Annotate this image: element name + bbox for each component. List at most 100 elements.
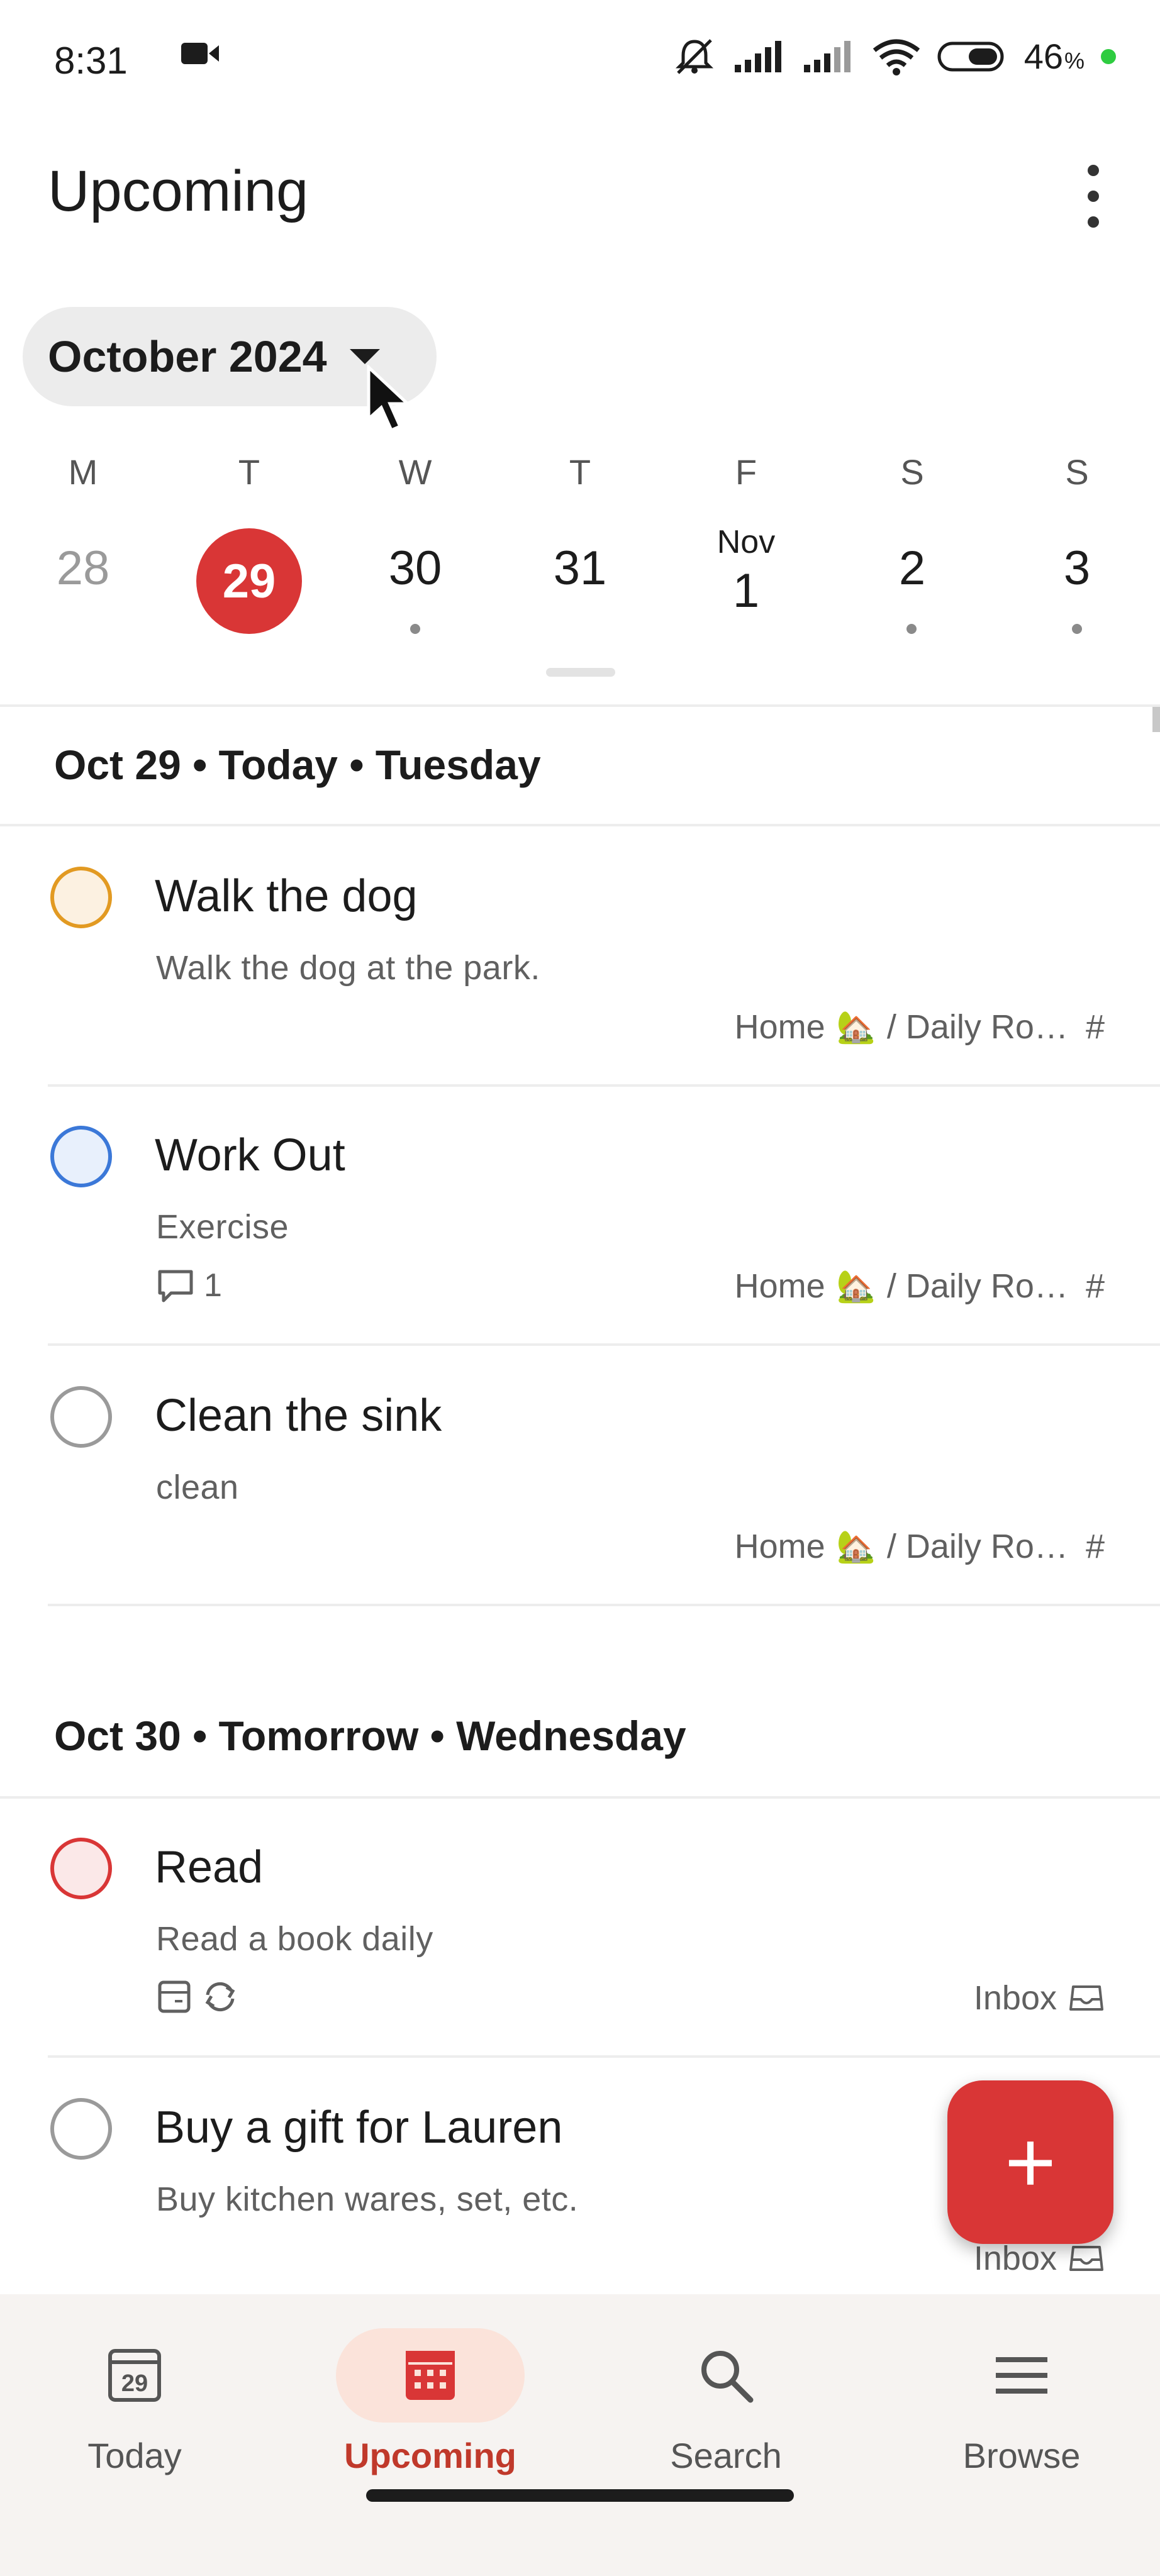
house-icon: 🏡	[836, 1268, 876, 1304]
mute-bell-icon	[675, 38, 713, 74]
caret-down-icon	[349, 349, 380, 364]
project-section: / Daily Ro…	[886, 1008, 1068, 1046]
signal-2-icon	[803, 40, 850, 72]
task-project[interactable]: Inbox	[974, 2239, 1105, 2278]
row-divider	[48, 1343, 1160, 1346]
day-28[interactable]: 28	[30, 541, 137, 596]
task-project[interactable]: Home 🏡 / Daily Ro… #	[735, 1527, 1105, 1566]
drag-handle[interactable]	[546, 668, 615, 677]
project-name: Inbox	[973, 1979, 1057, 2017]
task-checkbox[interactable]	[50, 2098, 112, 2160]
hash-icon: #	[1085, 1528, 1105, 1565]
page-title: Upcoming	[48, 159, 309, 223]
comment-icon	[158, 1270, 193, 1302]
calendar-day-icon: 29	[108, 2349, 161, 2402]
house-icon: 🏡	[836, 1009, 876, 1045]
task-description: Buy kitchen wares, set, etc.	[156, 2180, 579, 2218]
hash-icon: #	[1085, 1008, 1105, 1046]
active-indicator-dot	[1101, 48, 1116, 64]
inbox-icon	[1069, 2246, 1103, 2271]
status-time: 8:31	[54, 40, 128, 82]
battery-level: 46%	[1023, 36, 1085, 76]
task-title[interactable]: Walk the dog	[155, 870, 418, 922]
task-checkbox[interactable]	[50, 867, 112, 928]
divider	[0, 824, 1160, 826]
search-icon	[701, 2351, 754, 2403]
task-title[interactable]: Work Out	[155, 1130, 345, 1181]
task-description: clean	[156, 1468, 239, 1506]
day-2[interactable]: 2	[859, 541, 966, 596]
nav-label: Upcoming	[344, 2436, 516, 2475]
menu-icon	[996, 2357, 1047, 2394]
weekday-label: F	[735, 452, 757, 492]
comment-count[interactable]: 1	[156, 1267, 222, 1304]
project-name: Home	[734, 1528, 825, 1565]
mouse-cursor-icon	[367, 365, 412, 433]
month-label: October 2024	[48, 332, 327, 381]
task-dot	[1072, 624, 1082, 634]
battery-icon	[937, 42, 1004, 71]
nav-browse[interactable]: Browse	[896, 2328, 1147, 2476]
nav-upcoming[interactable]: Upcoming	[304, 2328, 556, 2476]
project-name: Home	[734, 1267, 825, 1305]
task-title[interactable]: Clean the sink	[155, 1390, 442, 1441]
nav-label: Today	[87, 2436, 182, 2475]
home-indicator[interactable]	[366, 2489, 794, 2502]
day-29-selected[interactable]: 29	[196, 528, 302, 634]
weekday-label: S	[900, 452, 924, 492]
recurring-icon	[205, 1982, 235, 2012]
weekday-label: T	[569, 452, 591, 492]
task-description: Walk the dog at the park.	[156, 949, 540, 987]
wifi-icon	[873, 39, 920, 75]
task-description: Exercise	[156, 1208, 289, 1246]
hash-icon: #	[1085, 1267, 1105, 1305]
task-project[interactable]: Home 🏡 / Daily Ro… #	[735, 1008, 1105, 1046]
task-dot	[410, 624, 420, 634]
row-divider	[48, 1084, 1160, 1087]
task-description: Read a book daily	[156, 1920, 433, 1958]
divider	[0, 704, 1160, 707]
row-divider	[48, 1604, 1160, 1606]
description-icon	[158, 1980, 191, 2013]
section-heading: Oct 30 • Tomorrow • Wednesday	[54, 1713, 686, 1759]
day-3[interactable]: 3	[1023, 541, 1130, 596]
row-divider	[48, 2055, 1160, 2058]
add-task-button[interactable]: +	[947, 2080, 1113, 2244]
weekday-label: M	[68, 452, 98, 492]
task-project[interactable]: Inbox	[974, 1979, 1105, 2018]
task-project[interactable]: Home 🏡 / Daily Ro… #	[735, 1267, 1105, 1306]
task-meta-icons	[156, 1979, 239, 2015]
weekday-label: T	[238, 452, 260, 492]
nav-today[interactable]: 29 Today	[9, 2328, 260, 2476]
nav-label: Browse	[962, 2436, 1081, 2475]
task-checkbox[interactable]	[50, 1386, 112, 1448]
task-title[interactable]: Read	[155, 1841, 263, 1893]
video-camera-icon	[181, 43, 219, 64]
calendar-grid-icon	[406, 2351, 455, 2400]
project-section: / Daily Ro…	[886, 1267, 1068, 1305]
day-31[interactable]: 31	[527, 541, 633, 596]
inbox-icon	[1069, 1985, 1103, 2011]
task-checkbox[interactable]	[50, 1126, 112, 1187]
svg-text:29: 29	[121, 2370, 148, 2397]
month-abbrev-nov: Nov	[717, 524, 776, 560]
nav-search[interactable]: Search	[600, 2328, 852, 2476]
scrollbar[interactable]	[1152, 707, 1160, 732]
task-title[interactable]: Buy a gift for Lauren	[155, 2102, 562, 2153]
day-30[interactable]: 30	[362, 541, 469, 596]
house-icon: 🏡	[836, 1528, 876, 1564]
section-heading: Oct 29 • Today • Tuesday	[54, 741, 541, 788]
more-options-icon[interactable]	[1074, 165, 1112, 228]
project-section: / Daily Ro…	[886, 1528, 1068, 1565]
project-name: Inbox	[973, 2240, 1057, 2277]
weekday-label: W	[398, 452, 432, 492]
weekday-label: S	[1065, 452, 1089, 492]
project-name: Home	[734, 1008, 825, 1046]
nav-label: Search	[670, 2436, 782, 2475]
day-1[interactable]: 1	[693, 564, 800, 618]
task-checkbox[interactable]	[50, 1838, 112, 1899]
comment-count-value: 1	[204, 1267, 222, 1304]
status-icons: 46%	[181, 35, 1116, 77]
task-dot	[906, 624, 917, 634]
divider	[0, 1796, 1160, 1799]
